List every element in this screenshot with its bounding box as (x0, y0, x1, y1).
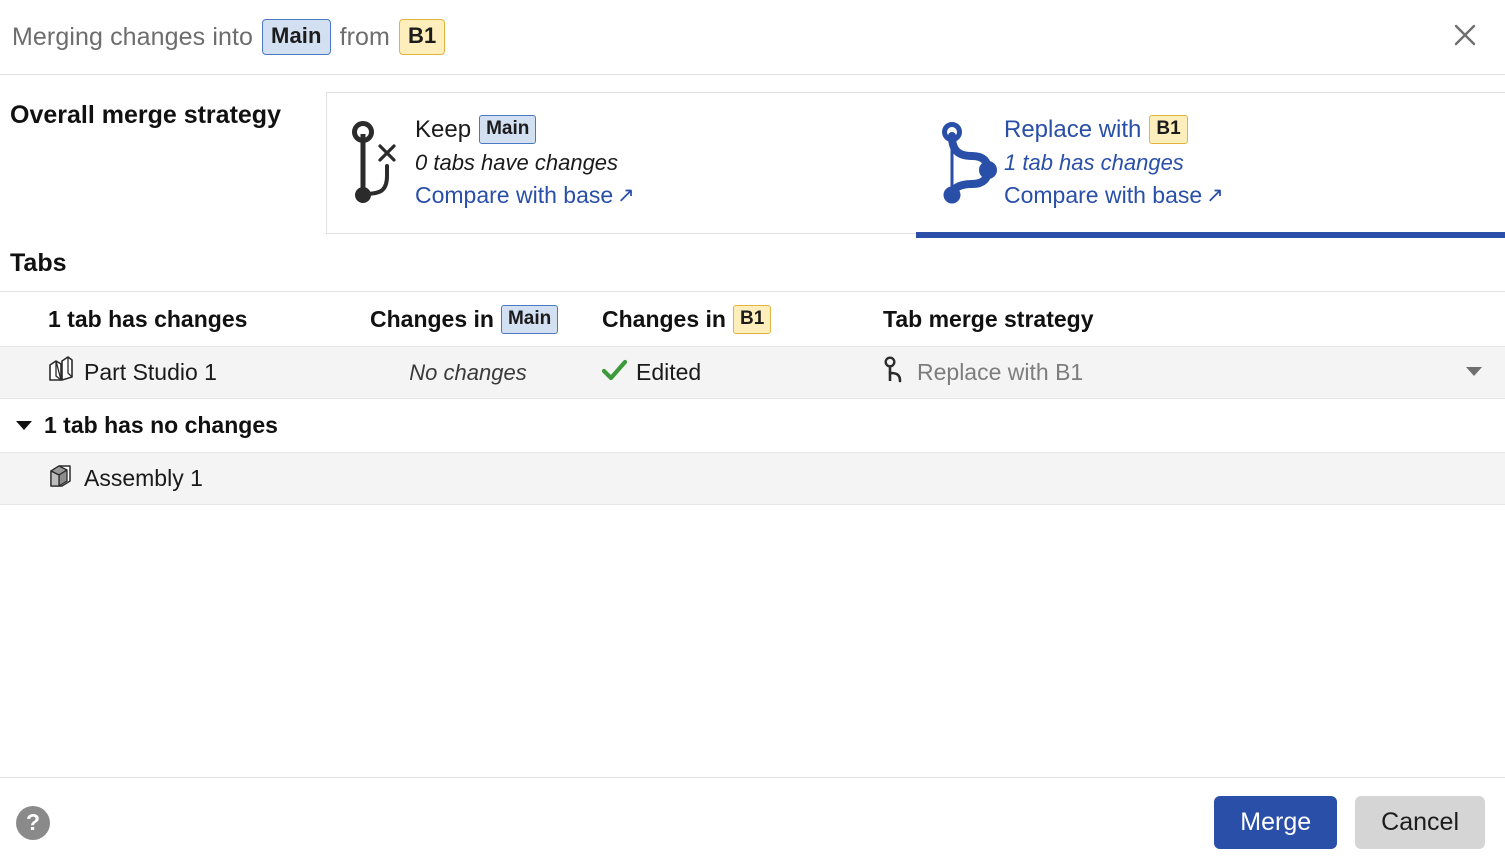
strategy-card-keep-main-title: Keep Main (415, 115, 635, 144)
column-header-changes-b1: Changes in B1 (602, 304, 877, 334)
chevron-down-icon[interactable] (1465, 364, 1483, 382)
merge-button[interactable]: Merge (1214, 796, 1338, 849)
close-icon (1451, 21, 1479, 54)
part-studio-icon (48, 355, 74, 390)
strategy-card-replace-b1-action: Replace with (1004, 115, 1142, 143)
overall-merge-strategy-heading: Overall merge strategy (10, 101, 281, 129)
column-header-b1-badge: B1 (732, 304, 772, 334)
column-header-changes-main: Changes in Main (322, 304, 602, 334)
branch-discard-icon (349, 115, 415, 215)
compare-with-base-link-main[interactable]: Compare with base ↗ (415, 182, 635, 209)
strategy-card-keep-main[interactable]: Keep Main 0 tabs have changes Compare wi… (327, 93, 916, 233)
cancel-button[interactable]: Cancel (1355, 796, 1485, 849)
column-header-tabs-label: 1 tab has changes (48, 305, 248, 332)
row-changes-main-cell: No changes (322, 360, 602, 386)
branch-merge-icon (938, 115, 1004, 215)
tab-merge-strategy-value: Replace with B1 (917, 359, 1084, 385)
tabs-heading: Tabs (10, 249, 67, 277)
external-link-arrow-icon: ↗ (1206, 184, 1224, 207)
compare-with-base-label-b1: Compare with base (1004, 182, 1203, 208)
row-tab-name: Part Studio 1 (84, 359, 217, 385)
table-row[interactable]: Assembly 1 (0, 452, 1505, 505)
column-header-main-badge: Main (500, 304, 559, 334)
row-tab-name: Assembly 1 (84, 465, 203, 491)
title-target-branch-badge: Main (262, 19, 331, 55)
strategy-card-replace-with-b1[interactable]: Replace with B1 1 tab has changes Compar… (916, 93, 1505, 238)
assembly-icon (48, 462, 74, 496)
compare-with-base-link-b1[interactable]: Compare with base ↗ (1004, 182, 1224, 209)
title-source-branch-badge: B1 (398, 19, 446, 55)
strategy-card-replace-b1-summary: 1 tab has changes (1004, 150, 1184, 175)
strategy-card-replace-b1-title: Replace with B1 (1004, 115, 1224, 144)
no-changes-group-title: 1 tab has no changes (44, 412, 278, 438)
tabs-table: 1 tab has changes Changes in Main Change… (0, 291, 1505, 505)
strategy-card-keep-main-branch-badge: Main (479, 115, 537, 144)
title-prefix: Merging changes into (12, 22, 254, 51)
column-header-strategy-label: Tab merge strategy (883, 305, 1094, 332)
title-middle: from (339, 22, 390, 51)
overall-strategy-card-group: Keep Main 0 tabs have changes Compare wi… (326, 92, 1505, 238)
column-header-changes-b1-label: Changes in (602, 305, 726, 332)
external-link-arrow-icon: ↗ (617, 184, 635, 207)
strategy-card-keep-main-action: Keep (415, 115, 472, 143)
check-icon (601, 359, 628, 387)
table-header-row: 1 tab has changes Changes in Main Change… (0, 291, 1505, 346)
footer-buttons: Merge Cancel (1214, 796, 1485, 849)
tab-merge-strategy-dropdown[interactable]: Replace with B1 (883, 356, 1505, 389)
table-row[interactable]: Part Studio 1 No changes Edited Replace … (0, 346, 1505, 399)
dialog-titlebar: Merging changes into Main from B1 (0, 0, 1505, 75)
dialog-title: Merging changes into Main from B1 (12, 19, 446, 55)
row-changes-b1-cell: Edited (601, 359, 877, 387)
caret-down-icon[interactable] (16, 421, 32, 430)
help-icon[interactable]: ? (16, 805, 50, 840)
strategy-card-replace-b1-branch-badge: B1 (1149, 115, 1188, 144)
row-changes-main-value: No changes (409, 359, 527, 385)
row-tab-name-cell: Assembly 1 (0, 462, 322, 496)
column-header-tabs: 1 tab has changes (0, 306, 322, 333)
row-changes-b1-value: Edited (636, 359, 702, 385)
column-header-tab-merge-strategy: Tab merge strategy (877, 306, 1505, 333)
close-button[interactable] (1443, 15, 1487, 59)
dialog-footer: ? Merge Cancel (0, 777, 1505, 867)
row-strategy-cell: Replace with B1 (877, 356, 1505, 389)
row-tab-name-cell: Part Studio 1 (0, 355, 322, 390)
strategy-card-keep-main-summary: 0 tabs have changes (415, 150, 619, 175)
branch-small-icon (883, 356, 907, 389)
no-changes-group-header[interactable]: 1 tab has no changes (0, 399, 1505, 452)
column-header-changes-main-label: Changes in (370, 305, 494, 332)
compare-with-base-label-main: Compare with base (415, 182, 614, 208)
